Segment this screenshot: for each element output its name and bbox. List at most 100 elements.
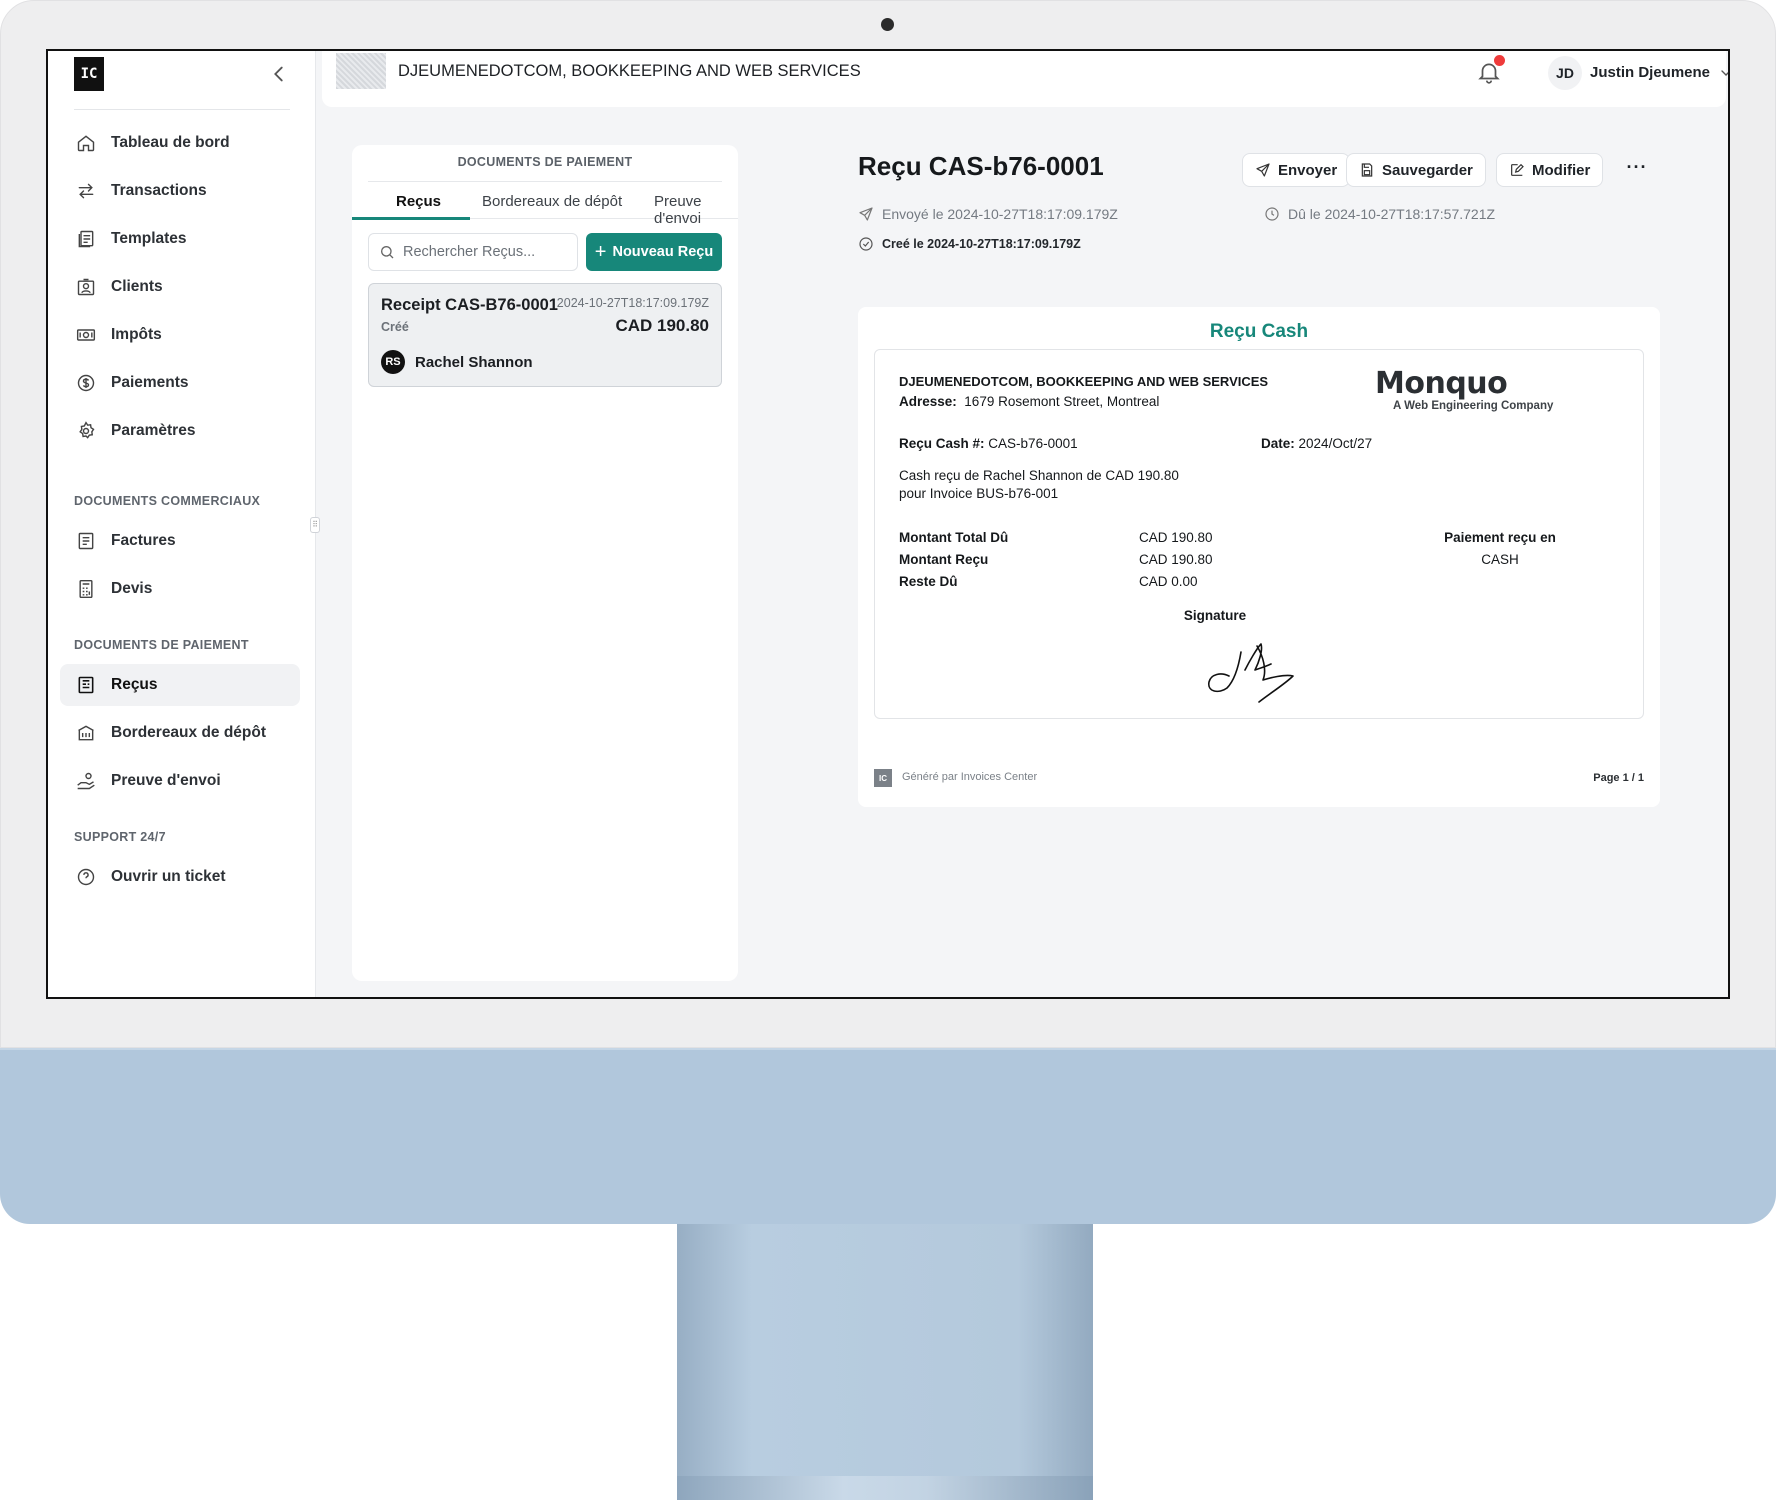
- document-heading: Reçu Cash: [1209, 321, 1309, 342]
- chevron-down-icon[interactable]: [1718, 65, 1730, 81]
- plus-icon: +: [594, 241, 607, 263]
- save-icon: [1361, 163, 1373, 177]
- home-icon: [77, 135, 95, 152]
- receipt-amount: CAD 190.80: [615, 316, 709, 335]
- sidebar-item-label: Preuve d'envoi: [111, 772, 221, 789]
- sidebar-item-label: Impôts: [111, 326, 162, 343]
- templates-icon: [78, 230, 94, 248]
- sidebar-item-clients[interactable]: Clients: [60, 266, 300, 308]
- search-input[interactable]: Rechercher Reçus...: [368, 233, 578, 271]
- new-receipt-label: Nouveau Reçu: [612, 244, 714, 260]
- sidebar-item-transactions[interactable]: Transactions: [60, 170, 300, 212]
- brand-logo: Monquo: [1375, 366, 1508, 401]
- document-company: DJEUMENEDOTCOM, BOOKKEEPING AND WEB SERV…: [899, 374, 1269, 389]
- save-label: Sauvegarder: [1382, 161, 1473, 179]
- created-date-text: Creé le 2024-10-27T18:17:09.179Z: [882, 237, 1081, 251]
- sidebar-resize-handle[interactable]: ⠿: [310, 517, 320, 533]
- tab-proof-of-delivery[interactable]: Preuve d'envoi: [654, 193, 738, 227]
- arrows-swap-icon: [78, 183, 94, 199]
- camera: [881, 18, 894, 31]
- company-name: DJEUMENEDOTCOM, BOOKKEEPING AND WEB SERV…: [398, 62, 861, 80]
- chevron-left-icon[interactable]: [268, 63, 290, 85]
- sidebar-item-proof-of-delivery[interactable]: Preuve d'envoi: [60, 760, 300, 802]
- sidebar-item-label: Bordereaux de dépôt: [111, 724, 267, 741]
- sidebar-item-label: Transactions: [111, 182, 207, 199]
- sidebar-item-taxes[interactable]: Impôts: [60, 314, 300, 356]
- receipt-number-label: Reçu Cash #:: [899, 436, 985, 451]
- client-name: Rachel Shannon: [415, 354, 533, 371]
- receipt-number: Reçu Cash #: CAS-b76-0001: [899, 436, 1078, 451]
- send-icon: [859, 207, 873, 221]
- sidebar-item-receipts[interactable]: Reçus: [60, 664, 300, 706]
- sidebar-item-label: Factures: [111, 532, 176, 549]
- date-value: 2024/Oct/27: [1298, 436, 1373, 451]
- client-avatar: RS: [381, 350, 405, 374]
- amount-received-value: CAD 190.80: [1139, 552, 1213, 567]
- invoices-center-logo: IC: [874, 769, 892, 787]
- send-button[interactable]: Envoyer: [1242, 153, 1351, 187]
- receipt-date-field: Date: 2024/Oct/27: [1261, 436, 1372, 451]
- sidebar: IC Tableau de bord Transactions Template…: [48, 51, 320, 997]
- app-logo[interactable]: IC: [74, 57, 104, 91]
- document-address: Adresse: 1679 Rosemont Street, Montreal: [899, 394, 1159, 409]
- bank-icon: [78, 725, 94, 741]
- receipt-date: 2024-10-27T18:17:09.179Z: [556, 296, 709, 310]
- generated-by-text: Généré par Invoices Center: [902, 771, 1038, 783]
- send-label: Envoyer: [1278, 161, 1338, 179]
- description-line-1: Cash reçu de Rachel Shannon de CAD 190.8…: [899, 468, 1179, 483]
- sidebar-item-open-ticket[interactable]: Ouvrir un ticket: [60, 856, 300, 898]
- page-number: Page 1 / 1: [1593, 772, 1644, 784]
- due-date: Dû le 2024-10-27T18:17:57.721Z: [1264, 206, 1495, 222]
- sidebar-item-label: Templates: [111, 230, 187, 247]
- user-name[interactable]: Justin Djeumene: [1590, 64, 1710, 81]
- new-receipt-button[interactable]: + Nouveau Reçu: [586, 233, 722, 271]
- sidebar-item-label: Paiements: [111, 374, 189, 391]
- payment-method-label: Paiement reçu en: [1444, 530, 1556, 545]
- receipt-number-value: CAS-b76-0001: [988, 436, 1078, 451]
- search-icon: [381, 246, 394, 259]
- sidebar-item-deposit-slips[interactable]: Bordereaux de dépôt: [60, 712, 300, 754]
- sent-date-text: Envoyé le 2024-10-27T18:17:09.179Z: [882, 206, 1118, 222]
- payment-method-value: CASH: [1481, 552, 1519, 567]
- edit-button[interactable]: Modifier: [1496, 153, 1604, 187]
- balance-due-value: CAD 0.00: [1139, 574, 1198, 589]
- avatar[interactable]: JD: [1548, 56, 1582, 90]
- status-badge: Créé: [381, 320, 409, 334]
- company-logo: [336, 53, 386, 89]
- list-item[interactable]: Receipt CAS-B76-0001 2024-10-27T18:17:09…: [368, 283, 722, 387]
- calculator-icon: [79, 579, 93, 599]
- send-icon: [1256, 163, 1270, 177]
- document-tabs: Reçus Bordereaux de dépôt Preuve d'envoi: [352, 189, 738, 227]
- gear-icon: [79, 421, 95, 439]
- receipt-icon: [78, 676, 94, 694]
- more-options-button[interactable]: ···: [1622, 155, 1652, 185]
- sidebar-item-dashboard[interactable]: Tableau de bord: [60, 122, 300, 164]
- sidebar-item-quotes[interactable]: Devis: [60, 568, 300, 610]
- sidebar-item-label: Paramètres: [111, 422, 196, 439]
- sidebar-item-settings[interactable]: Paramètres: [60, 410, 300, 452]
- app-screen: IC Tableau de bord Transactions Template…: [46, 49, 1730, 999]
- monitor-stand-foot: [677, 1476, 1093, 1500]
- receipt-preview: Reçu Cash DJEUMENEDOTCOM, BOOKKEEPING AN…: [858, 307, 1660, 807]
- edit-label: Modifier: [1532, 161, 1591, 179]
- sidebar-item-payments[interactable]: Paiements: [60, 362, 300, 404]
- signature-label: Signature: [1183, 608, 1247, 623]
- sidebar-item-label: Tableau de bord: [111, 134, 230, 151]
- balance-due-label: Reste Dû: [899, 574, 958, 589]
- tab-deposit-slips[interactable]: Bordereaux de dépôt: [482, 193, 622, 223]
- brand-tagline: A Web Engineering Company: [1393, 400, 1554, 412]
- created-date: Creé le 2024-10-27T18:17:09.179Z: [858, 236, 1081, 252]
- hand-money-icon: [77, 772, 95, 790]
- top-bar: DJEUMENEDOTCOM, BOOKKEEPING AND WEB SERV…: [322, 51, 1728, 107]
- sidebar-item-invoices[interactable]: Factures: [60, 520, 300, 562]
- monitor-chin: [0, 1048, 1776, 1224]
- save-button[interactable]: Sauvegarder: [1346, 153, 1486, 187]
- section-payment-documents: DOCUMENTS DE PAIEMENT: [74, 638, 249, 652]
- help-circle-icon: [77, 868, 95, 886]
- description-line-2: pour Invoice BUS-b76-001: [899, 486, 1059, 501]
- sidebar-item-label: Reçus: [111, 676, 158, 693]
- tax-icon: [76, 329, 96, 341]
- total-due-label: Montant Total Dû: [899, 530, 1009, 545]
- edit-icon: [1511, 163, 1524, 176]
- sidebar-item-templates[interactable]: Templates: [60, 218, 300, 260]
